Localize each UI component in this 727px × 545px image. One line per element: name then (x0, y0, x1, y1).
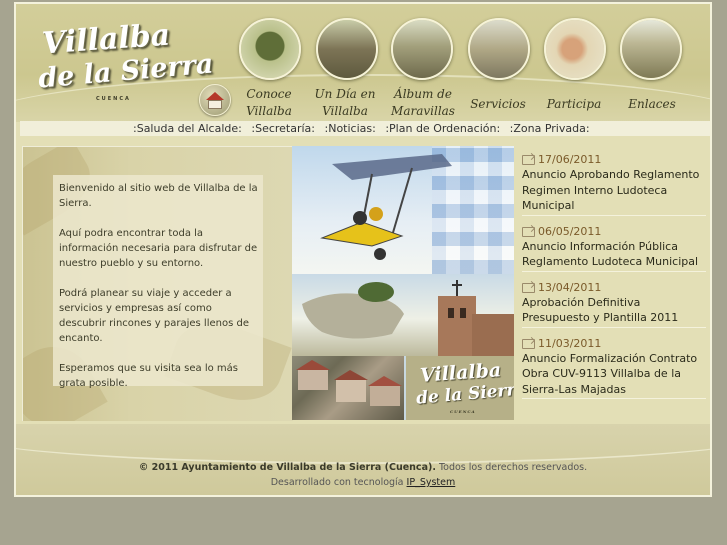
news-date-text: 06/05/2011 (538, 224, 602, 238)
nav-conoce-villalba-image[interactable] (239, 18, 301, 80)
nav-label-line1: Participa (546, 97, 602, 111)
news-item[interactable]: 17/06/2011 Anuncio Aprobando Reglamento … (522, 152, 706, 216)
menu-zona-privada[interactable]: :Zona Privada: (510, 122, 590, 135)
news-title[interactable]: Aprobación Definitiva Presupuesto y Plan… (522, 295, 706, 326)
header: Villalba de la Sierra CUENCA Conoce Vill… (16, 4, 710, 122)
nav-label-line1: Servicios (470, 97, 526, 111)
nav-participa[interactable]: Participa (542, 96, 606, 113)
news-item[interactable]: 06/05/2011 Anuncio Información Pública R… (522, 224, 706, 272)
news-date-text: 13/04/2011 (538, 280, 602, 294)
welcome-paragraph: Aquí podra encontrar toda la información… (59, 228, 258, 269)
arrow-right-icon (522, 338, 535, 349)
nav-album-image[interactable] (391, 18, 453, 80)
ip-system-link[interactable]: IP_System (407, 477, 456, 488)
menu-saluda-alcalde[interactable]: :Saluda del Alcalde: (133, 122, 242, 135)
footer-developed-line: Desarrollado con tecnología IP_System (16, 477, 710, 488)
news-date: 17/06/2011 (522, 152, 706, 167)
footer-copyright: © 2011 Ayuntamiento de Villalba de la Si… (138, 462, 436, 473)
news-title[interactable]: Anuncio Información Pública Reglamento L… (522, 239, 706, 270)
welcome-paragraph: Bienvenido al sitio web de Villalba de l… (59, 183, 258, 209)
photo-collage: Villalba de la Sierra CUENCA (292, 146, 514, 420)
menu-plan-ordenacion[interactable]: :Plan de Ordenación: (385, 122, 500, 135)
news-item[interactable]: 13/04/2011 Aprobación Definitiva Presupu… (522, 280, 706, 328)
nav-album-de-maravillas[interactable]: Álbum de Maravillas (388, 86, 458, 120)
nav-label-line1: Conoce (246, 87, 292, 101)
nav-servicios-image[interactable] (468, 18, 530, 80)
nav-label-line2: Villalba (246, 104, 292, 118)
page-frame: Villalba de la Sierra CUENCA Conoce Vill… (14, 2, 712, 497)
news-title[interactable]: Anuncio Formalización Contrato Obra CUV-… (522, 351, 706, 398)
news-date: 13/04/2011 (522, 280, 706, 295)
menu-secretaria[interactable]: :Secretaría: (251, 122, 315, 135)
nav-enlaces[interactable]: Enlaces (620, 96, 684, 113)
news-date: 11/03/2011 (522, 336, 706, 351)
site-logo[interactable]: Villalba de la Sierra CUENCA (34, 18, 215, 106)
news-list: 17/06/2011 Anuncio Aprobando Reglamento … (522, 152, 706, 407)
logo-line3: CUENCA (96, 96, 131, 102)
news-item[interactable]: 11/03/2011 Anuncio Formalización Contrat… (522, 336, 706, 399)
footer-copyright-line: © 2011 Ayuntamiento de Villalba de la Si… (16, 462, 710, 473)
home-icon[interactable] (199, 84, 231, 116)
arrow-right-icon (522, 155, 535, 165)
arrow-right-icon (522, 226, 535, 237)
menu-noticias[interactable]: :Noticias: (325, 122, 376, 135)
news-date: 06/05/2011 (522, 224, 706, 239)
nav-label-line2: Maravillas (391, 104, 455, 118)
nav-label-line2: Villalba (322, 104, 368, 118)
nav-label-line1: Un Día en (314, 87, 376, 101)
news-title[interactable]: Anuncio Aprobando Reglamento Regimen Int… (522, 167, 706, 214)
news-date-text: 11/03/2011 (538, 336, 602, 350)
nav-un-dia-en-villalba[interactable]: Un Día en Villalba (310, 86, 380, 120)
nav-un-dia-image[interactable] (316, 18, 378, 80)
welcome-paragraph: Podrá planear su viaje y acceder a servi… (59, 288, 249, 344)
news-date-text: 17/06/2011 (538, 153, 602, 166)
nav-participa-image[interactable] (544, 18, 606, 80)
welcome-text-box: Bienvenido al sitio web de Villalba de l… (53, 175, 263, 389)
welcome-paragraph: Esperamos que su visita sea lo más grata… (59, 363, 238, 389)
ultralight-photo (292, 146, 514, 274)
nav-enlaces-image[interactable] (620, 18, 682, 80)
nav-label-line1: Enlaces (628, 97, 676, 111)
secondary-menu: :Saluda del Alcalde: :Secretaría: :Notic… (20, 121, 710, 136)
footer: © 2011 Ayuntamiento de Villalba de la Si… (16, 424, 710, 495)
arrow-right-icon (522, 282, 535, 293)
welcome-panel: Bienvenido al sitio web de Villalba de l… (22, 146, 293, 421)
footer-developed: Desarrollado con tecnología (270, 477, 404, 488)
nav-servicios[interactable]: Servicios (466, 96, 530, 113)
nav-conoce-villalba[interactable]: Conoce Villalba (241, 86, 297, 120)
rock-church-photo (292, 274, 514, 356)
nav-label-line1: Álbum de (394, 87, 452, 101)
ultralight-drawing (320, 154, 452, 260)
rock-church-drawing (302, 280, 514, 356)
footer-rights: Todos los derechos reservados. (438, 462, 588, 473)
